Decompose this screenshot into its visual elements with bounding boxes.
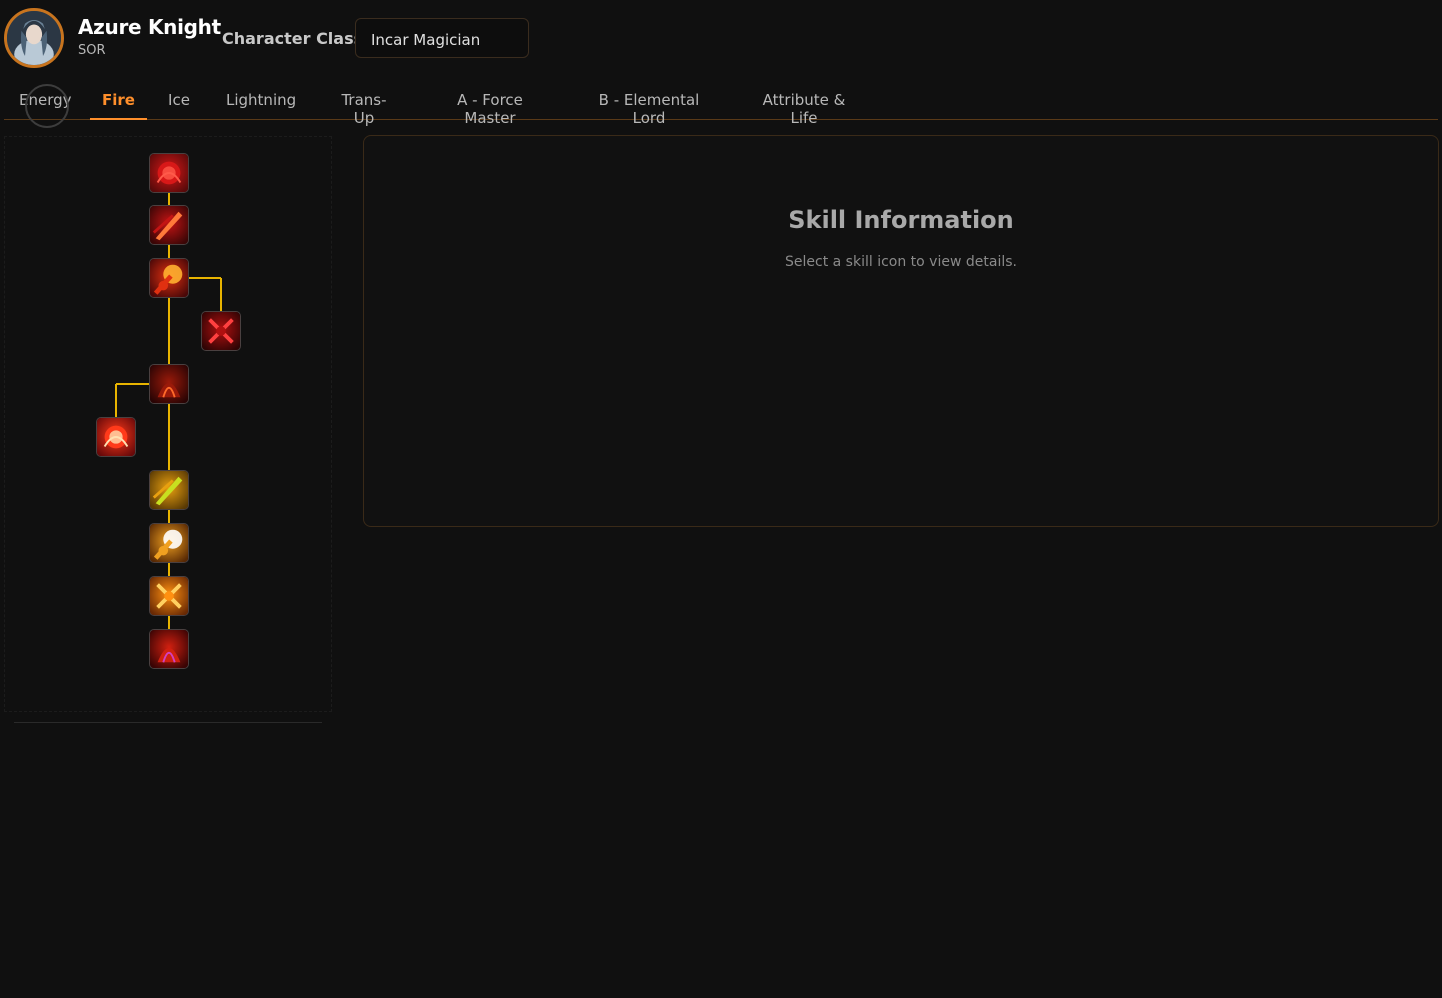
tab-attribute-life[interactable]: Attribute & Life [749,80,859,127]
character-class-label: Character Class [222,29,364,48]
character-header: Azure Knight SOR Character Class Incar M… [0,0,1442,78]
fire-orb-icon [97,418,135,456]
skill-tree-divider [14,722,322,723]
tab-fire[interactable]: Fire [90,80,147,120]
character-avatar[interactable] [4,8,64,68]
fire-dragon-icon [150,471,188,509]
skill-info-title: Skill Information [788,206,1014,234]
skill-tabs: Energy Fire Ice Lightning Trans-Up A - F… [4,80,1438,127]
avatar-portrait-icon [7,11,61,65]
skill-node[interactable] [149,258,189,298]
skill-node[interactable] [96,417,136,457]
fire-explosion-icon [150,577,188,615]
character-name: Azure Knight [78,15,221,39]
tab-trans-up[interactable]: Trans-Up [332,80,396,127]
skill-node[interactable] [149,470,189,510]
fire-burst-icon [150,259,188,297]
skill-node[interactable] [149,576,189,616]
character-class-select[interactable]: Incar Magician [355,18,529,58]
skill-node[interactable] [149,523,189,563]
skill-node[interactable] [149,205,189,245]
flame-lightning-icon [150,524,188,562]
skill-tree-panel [4,136,332,712]
tab-force-master[interactable]: A - Force Master [432,80,548,127]
fire-pillar-icon [150,365,188,403]
skill-node[interactable] [201,311,241,351]
skill-info-hint: Select a skill icon to view details. [785,254,1017,270]
skill-node[interactable] [149,364,189,404]
character-class-code: SOR [78,43,106,58]
crossed-flames-icon [202,312,240,350]
fire-rose-icon [150,154,188,192]
tab-lightning[interactable]: Lightning [226,80,296,120]
tab-ice[interactable]: Ice [167,80,191,120]
tab-elemental-lord[interactable]: B - Elemental Lord [584,80,714,127]
fire-slash-icon [150,206,188,244]
skill-info-panel: Skill Information Select a skill icon to… [363,135,1439,527]
skill-node[interactable] [149,153,189,193]
tab-energy[interactable]: Energy [19,80,72,120]
fire-spiral-icon [150,630,188,668]
skill-node[interactable] [149,629,189,669]
